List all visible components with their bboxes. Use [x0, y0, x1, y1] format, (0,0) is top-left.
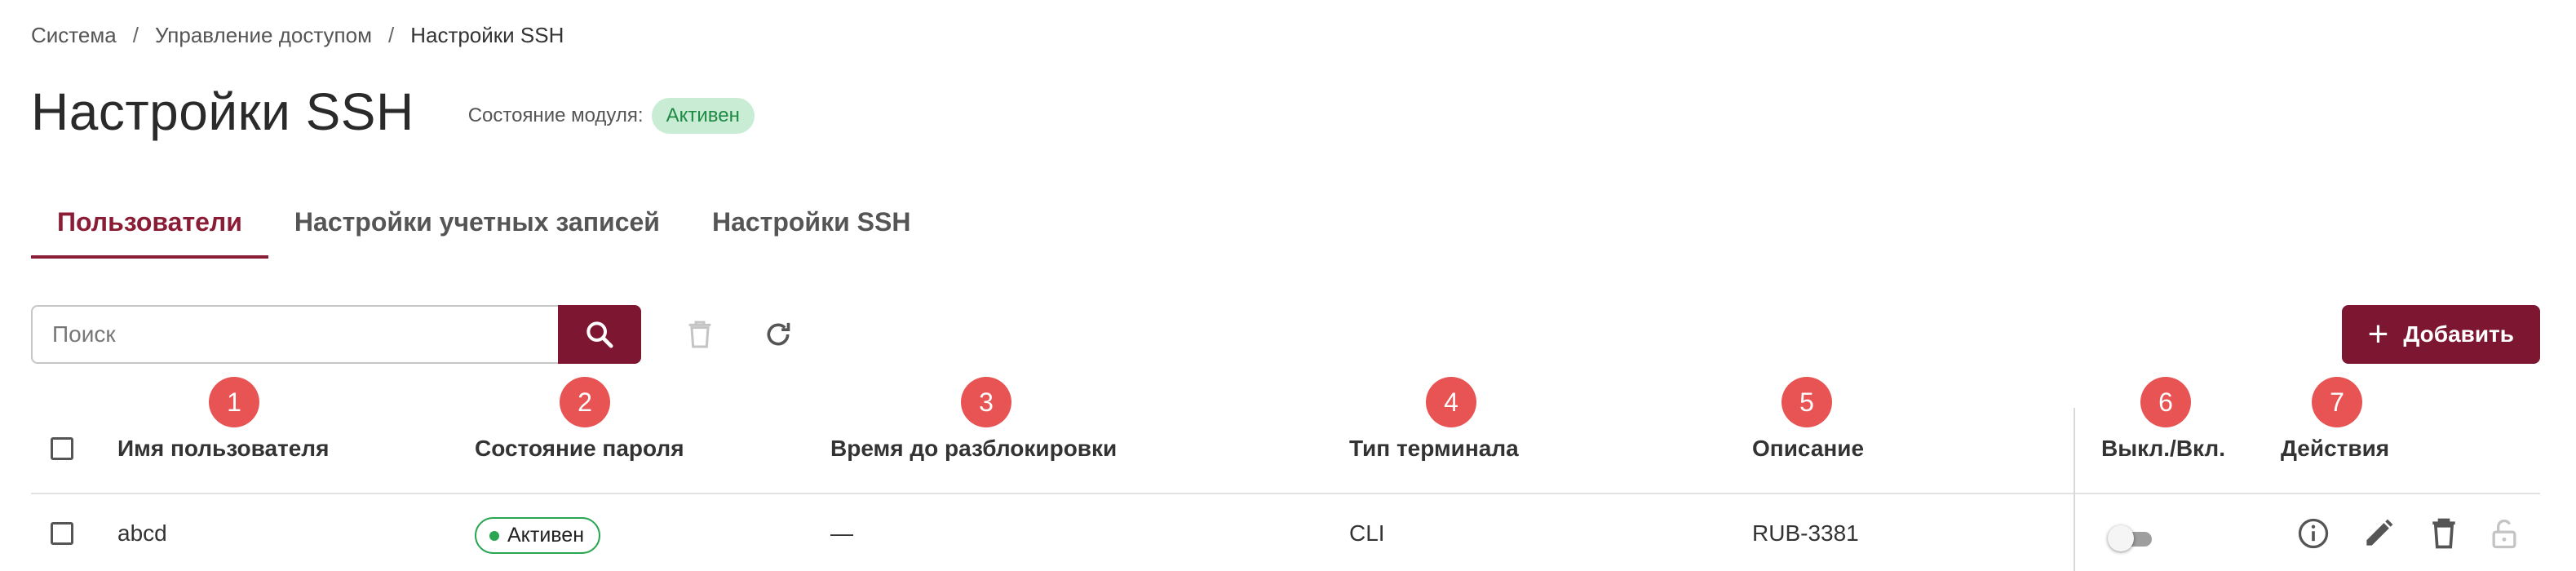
column-header-actions: Действия: [2281, 436, 2390, 461]
delete-row-button[interactable]: [2426, 516, 2462, 551]
breadcrumb-item-access-control[interactable]: Управление доступом: [155, 23, 372, 48]
column-header-description[interactable]: Описание: [1752, 436, 1864, 462]
column-header-username[interactable]: Имя пользователя: [117, 436, 329, 462]
tab-account-settings[interactable]: Настройки учетных записей: [268, 201, 686, 259]
breadcrumb-separator: /: [387, 23, 395, 47]
breadcrumb-item-current: Настройки SSH: [410, 23, 564, 47]
add-button-label: Добавить: [2403, 321, 2514, 347]
tab-users[interactable]: Пользователи: [31, 201, 268, 259]
module-state-label: Состояние модуля:: [467, 104, 644, 126]
page-title: Настройки SSH: [31, 82, 414, 141]
delete-icon: [2432, 518, 2455, 549]
cell-terminal-type: CLI: [1349, 520, 1385, 546]
select-all-checkbox[interactable]: [51, 437, 73, 460]
unlock-icon: [2492, 519, 2516, 549]
enable-toggle[interactable]: [2108, 525, 2153, 551]
marker-7: 7: [2312, 377, 2362, 427]
status-dot-icon: [489, 530, 499, 541]
unlock-button[interactable]: [2486, 516, 2522, 551]
search-button[interactable]: [558, 305, 641, 364]
breadcrumb-item-system[interactable]: Система: [31, 23, 117, 48]
table-header: Имя пользователя Состояние пароля Время …: [31, 408, 2540, 571]
marker-6: 6: [2140, 377, 2191, 427]
info-button[interactable]: [2295, 516, 2331, 551]
trash-icon: [688, 321, 711, 348]
edit-icon: [2366, 519, 2393, 546]
cell-description: RUB-3381: [1752, 520, 1859, 546]
delete-selected-button[interactable]: [684, 318, 716, 351]
column-header-toggle: Выкл./Вкл.: [2101, 436, 2225, 461]
column-header-unlock-time[interactable]: Время до разблокировки: [830, 436, 1117, 462]
plus-icon: +: [2367, 314, 2389, 354]
title-row: Настройки SSH Состояние модуля: Активен: [31, 82, 755, 142]
table-row: abcd Активен — CLI RUB-3381: [31, 496, 2540, 571]
cell-username: abcd: [117, 520, 167, 546]
refresh-icon: [767, 322, 790, 346]
password-status-label: Активен: [507, 524, 585, 547]
toolbar: [31, 305, 794, 364]
marker-1: 1: [209, 377, 259, 427]
breadcrumb-separator: /: [132, 23, 139, 47]
marker-3: 3: [961, 377, 1011, 427]
module-status-badge: Активен: [651, 98, 755, 134]
search-input[interactable]: [31, 305, 558, 364]
info-icon: [2298, 518, 2329, 549]
tab-bar: Пользователи Настройки учетных записей Н…: [31, 201, 936, 259]
column-header-password-state[interactable]: Состояние пароля: [475, 436, 684, 462]
row-checkbox[interactable]: [51, 522, 73, 545]
password-status-badge: Активен: [475, 517, 601, 554]
marker-4: 4: [1426, 377, 1476, 427]
add-button[interactable]: + Добавить: [2341, 305, 2540, 364]
search-icon: [586, 321, 613, 348]
refresh-button[interactable]: [762, 318, 794, 351]
toggle-knob: [2108, 525, 2134, 551]
module-state: Состояние модуля: Активен: [468, 98, 755, 134]
marker-2: 2: [560, 377, 610, 427]
breadcrumb: Система / Управление доступом / Настройк…: [31, 23, 564, 48]
cell-unlock-time: —: [830, 520, 853, 546]
column-header-terminal-type[interactable]: Тип терминала: [1349, 436, 1519, 462]
tab-ssh-settings[interactable]: Настройки SSH: [686, 201, 937, 259]
edit-button[interactable]: [2361, 516, 2397, 551]
marker-5: 5: [1782, 377, 1832, 427]
